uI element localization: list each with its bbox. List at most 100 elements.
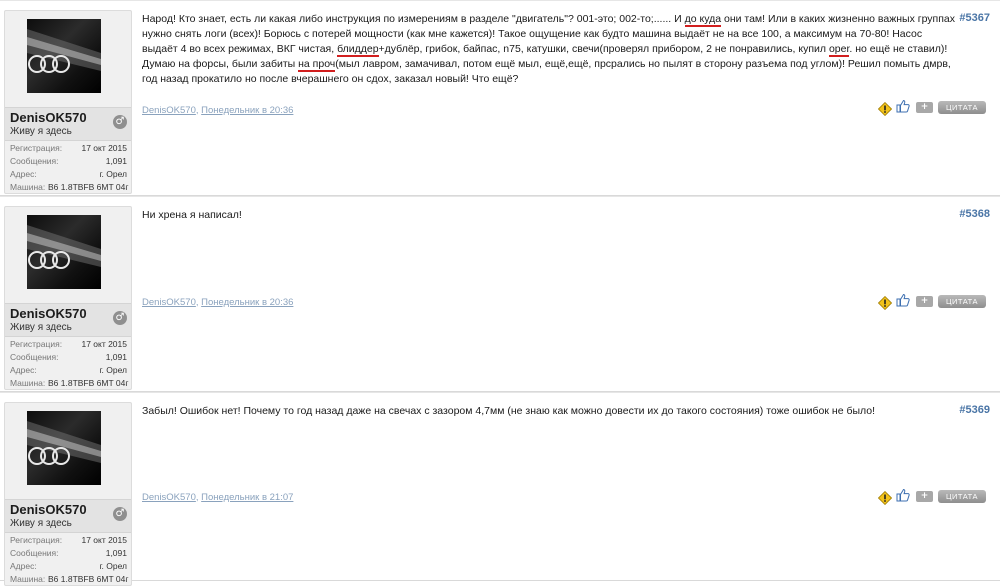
highlighted-phrase: блиддер [337, 43, 379, 57]
quote-button[interactable]: ЦИТАТА [938, 295, 986, 308]
avatar[interactable] [27, 19, 101, 93]
username-row: DenisOK570 Живу я здесь ♂ [5, 107, 131, 141]
username[interactable]: DenisOK570 [10, 502, 87, 517]
user-info-label: Сообщения: [10, 156, 59, 166]
warning-icon[interactable] [877, 101, 893, 117]
post-text: +дублёр, грибок, байпас, n75, катушки, с… [378, 43, 829, 55]
multiquote-button[interactable]: + [916, 491, 933, 502]
user-info-row: Адрес: г. Орел [5, 561, 131, 574]
user-status: Живу я здесь [10, 322, 72, 333]
user-card: DenisOK570 Живу я здесь ♂ Регистрация: 17 ок… [4, 10, 132, 194]
user-info-label: Машина: [10, 378, 46, 388]
avatar[interactable] [27, 411, 101, 485]
user-info: Регистрация: 17 окт 2015 Сообщения: 1,091 Ад… [5, 143, 131, 195]
post-actions: + ЦИТАТА [877, 98, 990, 117]
user-info-value: 17 окт 2015 [81, 535, 127, 545]
user-info-row: Регистрация: 17 окт 2015 [5, 143, 131, 156]
user-info-row: Машина: B6 1.8TBFB 6MT 04г [5, 574, 131, 587]
user-info-value: 1,091 [105, 352, 127, 362]
user-info-label: Регистрация: [10, 339, 63, 349]
post-text: Ни хрена я написал! [142, 209, 242, 221]
multiquote-button[interactable]: + [916, 296, 933, 307]
user-info-row: Регистрация: 17 окт 2015 [5, 535, 131, 548]
forum-post: DenisOK570 Живу я здесь ♂ Регистрация: 17 ок… [0, 196, 1000, 392]
user-info-row: Регистрация: 17 окт 2015 [5, 339, 131, 352]
user-info-row: Сообщения: 1,091 [5, 352, 131, 365]
username[interactable]: DenisOK570 [10, 110, 87, 125]
user-info-row: Сообщения: 1,091 [5, 156, 131, 169]
user-status: Живу я здесь [10, 518, 72, 529]
post-number-link[interactable]: #5368 [959, 208, 990, 220]
username-row: DenisOK570 Живу я здесь ♂ [5, 303, 131, 337]
post-number-link[interactable]: #5367 [959, 12, 990, 24]
post-number-link[interactable]: #5369 [959, 404, 990, 416]
author-link[interactable]: DenisOK570 [142, 297, 196, 308]
user-card: DenisOK570 Живу я здесь ♂ Регистрация: 17 ок… [4, 206, 132, 390]
post-meta: DenisOK570, Понедельник в 21:07 [142, 492, 293, 503]
quote-button[interactable]: ЦИТАТА [938, 101, 986, 114]
user-info-label: Адрес: [10, 365, 37, 375]
highlighted-phrase: ореr [828, 43, 850, 57]
user-info-value: 1,091 [105, 156, 127, 166]
user-info-label: Адрес: [10, 561, 37, 571]
username-row: DenisOK570 Живу я здесь ♂ [5, 499, 131, 533]
post-date-link[interactable]: Понедельник в 20:36 [201, 297, 293, 308]
male-gender-icon: ♂ [113, 115, 127, 129]
user-info-label: Машина: [10, 574, 46, 584]
post-body: Народ! Кто знает, есть ли какая либо инс… [142, 12, 957, 87]
post-divider [0, 196, 1000, 197]
user-info-row: Сообщения: 1,091 [5, 548, 131, 561]
male-gender-icon: ♂ [113, 507, 127, 521]
like-icon[interactable] [896, 292, 910, 307]
post-body: Забыл! Ошибок нет! Почему то год назад д… [142, 404, 957, 419]
post-actions: + ЦИТАТА [877, 487, 990, 506]
post-date-link[interactable]: Понедельник в 20:36 [201, 105, 293, 116]
highlighted-phrase: до куда [684, 13, 722, 27]
like-icon[interactable] [896, 487, 910, 502]
user-info-row: Адрес: г. Орел [5, 365, 131, 378]
user-info-row: Машина: B6 1.8TBFB 6MT 04г [5, 378, 131, 391]
post-divider [0, 392, 1000, 393]
user-info-label: Адрес: [10, 169, 37, 179]
warning-icon[interactable] [877, 295, 893, 311]
user-card: DenisOK570 Живу я здесь ♂ Регистрация: 17 ок… [4, 402, 132, 586]
user-info-label: Регистрация: [10, 143, 63, 153]
user-info-label: Регистрация: [10, 535, 63, 545]
forum-thread: DenisOK570 Живу я здесь ♂ Регистрация: 17 ок… [0, 0, 1000, 586]
user-info-value: B6 1.8TBFB 6MT 04г [48, 574, 129, 584]
post-text: Народ! Кто знает, есть ли какая либо инс… [142, 13, 685, 25]
user-status: Живу я здесь [10, 126, 72, 137]
like-icon[interactable] [896, 98, 910, 113]
user-info-value: г. Орел [99, 561, 127, 571]
user-info-label: Сообщения: [10, 352, 59, 362]
post-meta: DenisOK570, Понедельник в 20:36 [142, 105, 293, 116]
forum-post: DenisOK570 Живу я здесь ♂ Регистрация: 17 ок… [0, 392, 1000, 586]
user-info-value: г. Орел [99, 169, 127, 179]
post-date-link[interactable]: Понедельник в 21:07 [201, 492, 293, 503]
user-info: Регистрация: 17 окт 2015 Сообщения: 1,091 Ад… [5, 339, 131, 391]
username[interactable]: DenisOK570 [10, 306, 87, 321]
user-info: Регистрация: 17 окт 2015 Сообщения: 1,091 Ад… [5, 535, 131, 587]
user-info-row: Адрес: г. Орел [5, 169, 131, 182]
post-divider [0, 0, 1000, 1]
male-gender-icon: ♂ [113, 311, 127, 325]
post-text: Забыл! Ошибок нет! Почему то год назад д… [142, 405, 876, 417]
multiquote-button[interactable]: + [916, 102, 933, 113]
avatar[interactable] [27, 215, 101, 289]
highlighted-phrase: на проч [298, 58, 336, 72]
quote-button[interactable]: ЦИТАТА [938, 490, 986, 503]
post-body: Ни хрена я написал! [142, 208, 957, 223]
user-info-value: 17 окт 2015 [81, 143, 127, 153]
user-info-value: 17 окт 2015 [81, 339, 127, 349]
author-link[interactable]: DenisOK570 [142, 492, 196, 503]
user-info-value: 1,091 [105, 548, 127, 558]
user-info-value: г. Орел [99, 365, 127, 375]
user-info-label: Сообщения: [10, 548, 59, 558]
user-info-value: B6 1.8TBFB 6MT 04г [48, 378, 129, 388]
post-meta: DenisOK570, Понедельник в 20:36 [142, 297, 293, 308]
warning-icon[interactable] [877, 490, 893, 506]
user-info-label: Машина: [10, 182, 46, 192]
user-info-row: Машина: B6 1.8TBFB 6MT 04г [5, 182, 131, 195]
post-actions: + ЦИТАТА [877, 292, 990, 311]
author-link[interactable]: DenisOK570 [142, 105, 196, 116]
